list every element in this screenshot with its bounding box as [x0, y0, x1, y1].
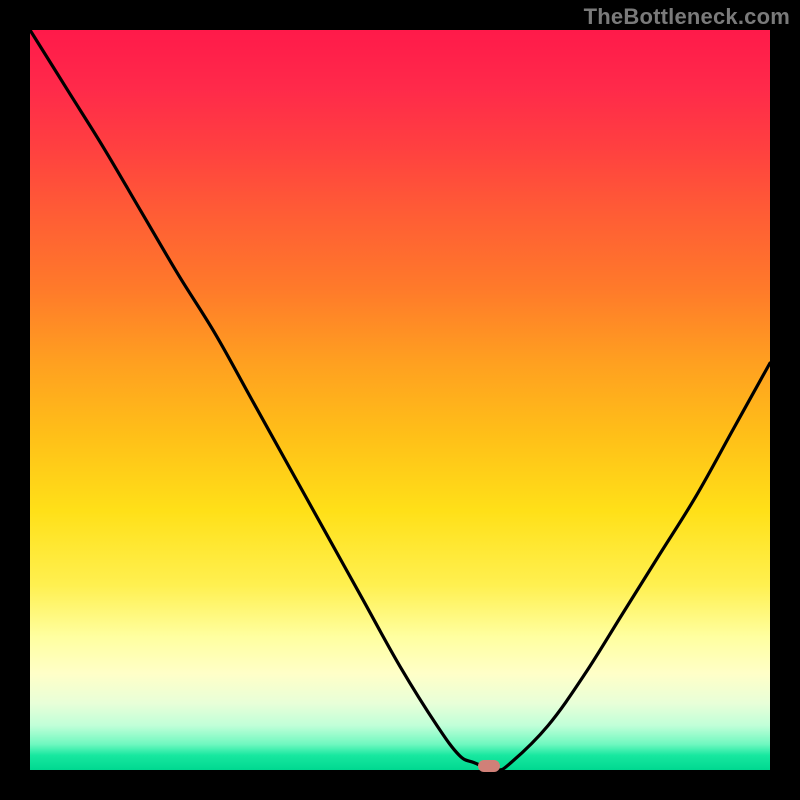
optimum-marker [478, 760, 500, 772]
bottleneck-curve [30, 30, 770, 770]
chart-container: TheBottleneck.com [0, 0, 800, 800]
plot-area [30, 30, 770, 770]
watermark-text: TheBottleneck.com [584, 4, 790, 30]
